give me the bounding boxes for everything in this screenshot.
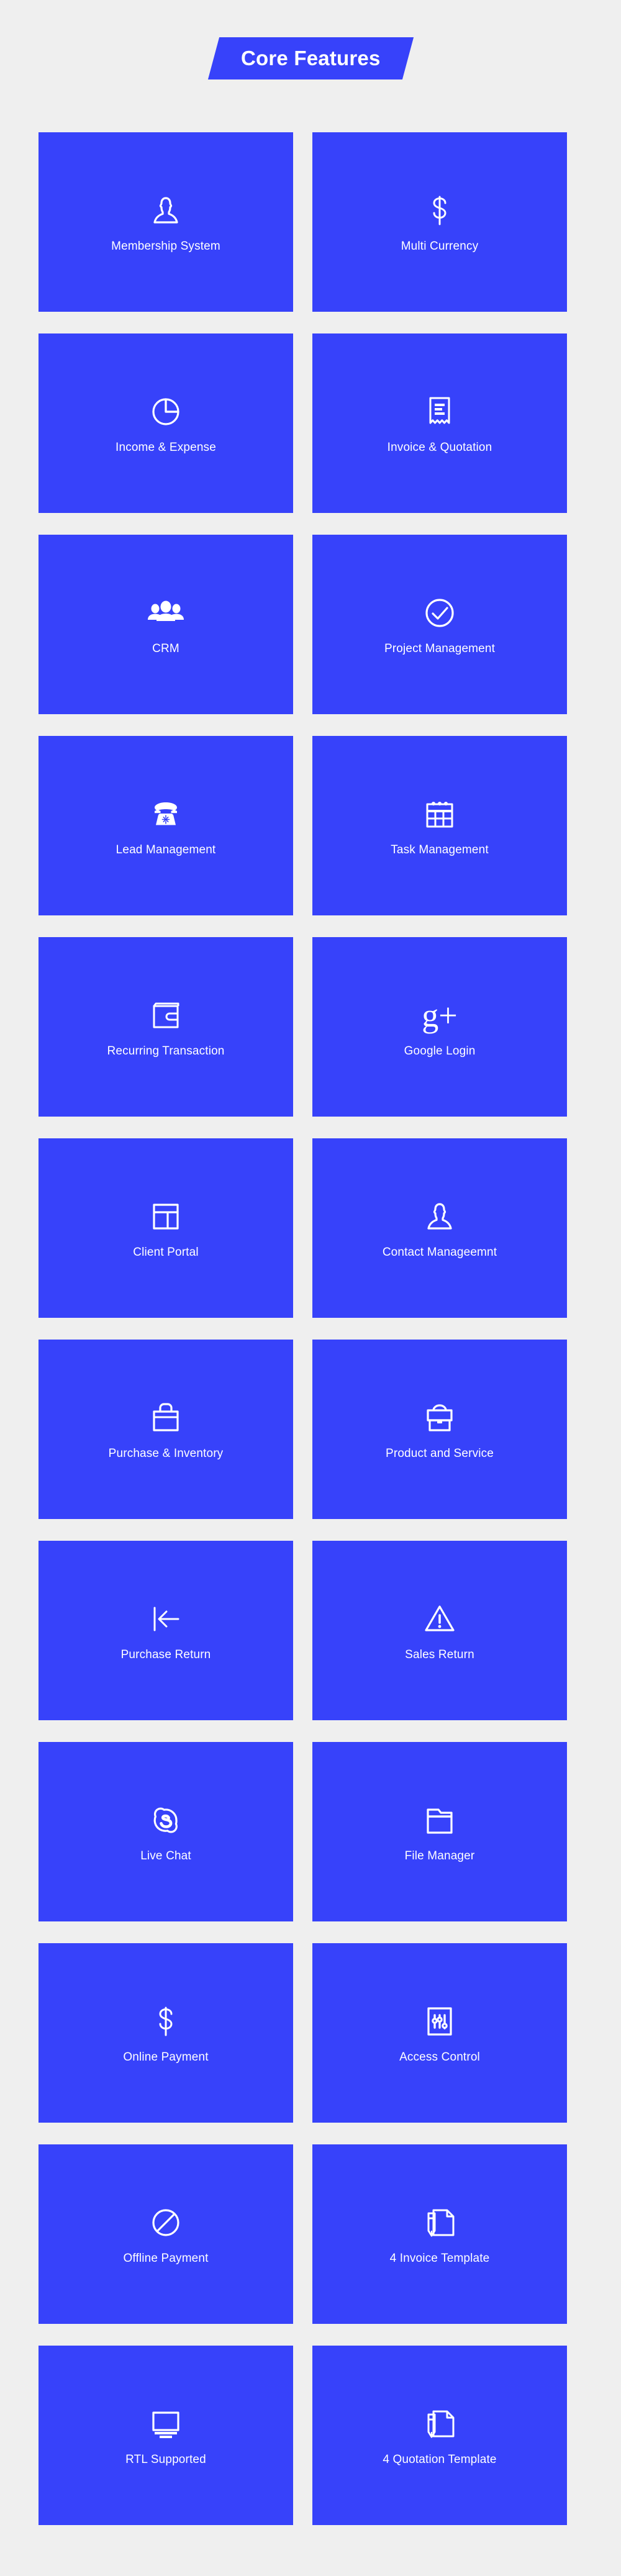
feature-card-invoice-quotation[interactable]: Invoice & Quotation — [312, 333, 567, 513]
dollar-sign-icon — [146, 2002, 186, 2041]
section-heading-banner: Core Features — [0, 37, 621, 79]
pie-chart-icon — [146, 392, 186, 432]
core-features-page: Core Features Membership System Multi Cu… — [0, 0, 621, 2576]
feature-label: Contact Manageemnt — [382, 1245, 497, 1259]
feature-label: Purchase Return — [120, 1648, 211, 1661]
feature-label: 4 Quotation Template — [383, 2452, 497, 2466]
feature-card-offline-payment[interactable]: Offline Payment — [39, 2144, 293, 2324]
feature-card-recurring-transaction[interactable]: Recurring Transaction — [39, 937, 293, 1117]
feature-card-purchase-return[interactable]: Purchase Return — [39, 1541, 293, 1720]
feature-label: Live Chat — [140, 1849, 191, 1862]
arrow-left-to-bar-icon — [146, 1599, 186, 1639]
page-title: Core Features — [240, 47, 381, 70]
skype-icon — [146, 1800, 186, 1840]
layout-dashboard-icon — [146, 1197, 186, 1236]
feature-card-google-login[interactable]: g+ Google Login — [312, 937, 567, 1117]
feature-card-online-payment[interactable]: Online Payment — [39, 1943, 293, 2123]
briefcase-icon — [420, 1398, 460, 1438]
feature-label: CRM — [152, 642, 179, 655]
feature-label: Multi Currency — [401, 239, 479, 253]
feature-card-access-control[interactable]: Access Control — [312, 1943, 567, 2123]
feature-card-sales-return[interactable]: Sales Return — [312, 1541, 567, 1720]
feature-label: Client Portal — [133, 1245, 199, 1259]
google-plus-glyph: g+ — [422, 996, 458, 1034]
feature-label: Product and Service — [386, 1446, 494, 1460]
feature-label: Online Payment — [123, 2050, 209, 2064]
feature-label: Offline Payment — [123, 2251, 209, 2265]
feature-card-invoice-template[interactable]: 4 Invoice Template — [312, 2144, 567, 2324]
shopping-bag-icon — [146, 1398, 186, 1438]
feature-label: Access Control — [399, 2050, 480, 2064]
google-plus-icon: g+ — [420, 995, 460, 1035]
receipt-icon — [420, 392, 460, 432]
feature-card-income-expense[interactable]: Income & Expense — [39, 333, 293, 513]
features-grid: Membership System Multi Currency Income … — [39, 132, 567, 2525]
feature-label: Membership System — [111, 239, 220, 253]
wallet-icon — [146, 995, 186, 1035]
feature-label: 4 Invoice Template — [389, 2251, 490, 2265]
feature-label: Sales Return — [405, 1648, 474, 1661]
feature-label: Recurring Transaction — [107, 1044, 225, 1058]
feature-card-project-management[interactable]: Project Management — [312, 535, 567, 714]
feature-card-multi-currency[interactable]: Multi Currency — [312, 132, 567, 312]
feature-card-client-portal[interactable]: Client Portal — [39, 1138, 293, 1318]
feature-card-contact-management[interactable]: Contact Manageemnt — [312, 1138, 567, 1318]
feature-label: Task Management — [391, 843, 489, 856]
warning-triangle-icon — [420, 1599, 460, 1639]
users-group-icon — [146, 593, 186, 633]
dollar-sign-icon — [420, 191, 460, 230]
feature-card-file-manager[interactable]: File Manager — [312, 1742, 567, 1921]
document-pencil-icon — [420, 2404, 460, 2444]
feature-card-lead-management[interactable]: Lead Management — [39, 736, 293, 915]
feature-card-task-management[interactable]: Task Management — [312, 736, 567, 915]
heading-banner-shape: Core Features — [207, 37, 414, 79]
feature-card-product-service[interactable]: Product and Service — [312, 1340, 567, 1519]
feature-label: File Manager — [404, 1849, 475, 1862]
feature-card-rtl-supported[interactable]: RTL Supported — [39, 2346, 293, 2525]
folder-icon — [420, 1800, 460, 1840]
feature-label: Purchase & Inventory — [108, 1446, 224, 1460]
feature-card-crm[interactable]: CRM — [39, 535, 293, 714]
telephone-icon — [146, 794, 186, 834]
feature-card-live-chat[interactable]: Live Chat — [39, 1742, 293, 1921]
feature-label: Lead Management — [116, 843, 216, 856]
ban-circle-icon — [146, 2203, 186, 2243]
document-pencil-icon — [420, 2203, 460, 2243]
monitor-icon — [146, 2404, 186, 2444]
feature-card-quotation-template[interactable]: 4 Quotation Template — [312, 2346, 567, 2525]
calendar-icon — [420, 794, 460, 834]
feature-card-membership-system[interactable]: Membership System — [39, 132, 293, 312]
contact-person-icon — [420, 1197, 460, 1236]
check-circle-icon — [420, 593, 460, 633]
feature-card-purchase-inventory[interactable]: Purchase & Inventory — [39, 1340, 293, 1519]
feature-label: Project Management — [384, 642, 495, 655]
feature-label: Google Login — [404, 1044, 476, 1058]
user-outline-icon — [146, 191, 186, 230]
feature-label: RTL Supported — [125, 2452, 206, 2466]
feature-label: Invoice & Quotation — [387, 440, 492, 454]
sliders-box-icon — [420, 2002, 460, 2041]
feature-label: Income & Expense — [116, 440, 216, 454]
